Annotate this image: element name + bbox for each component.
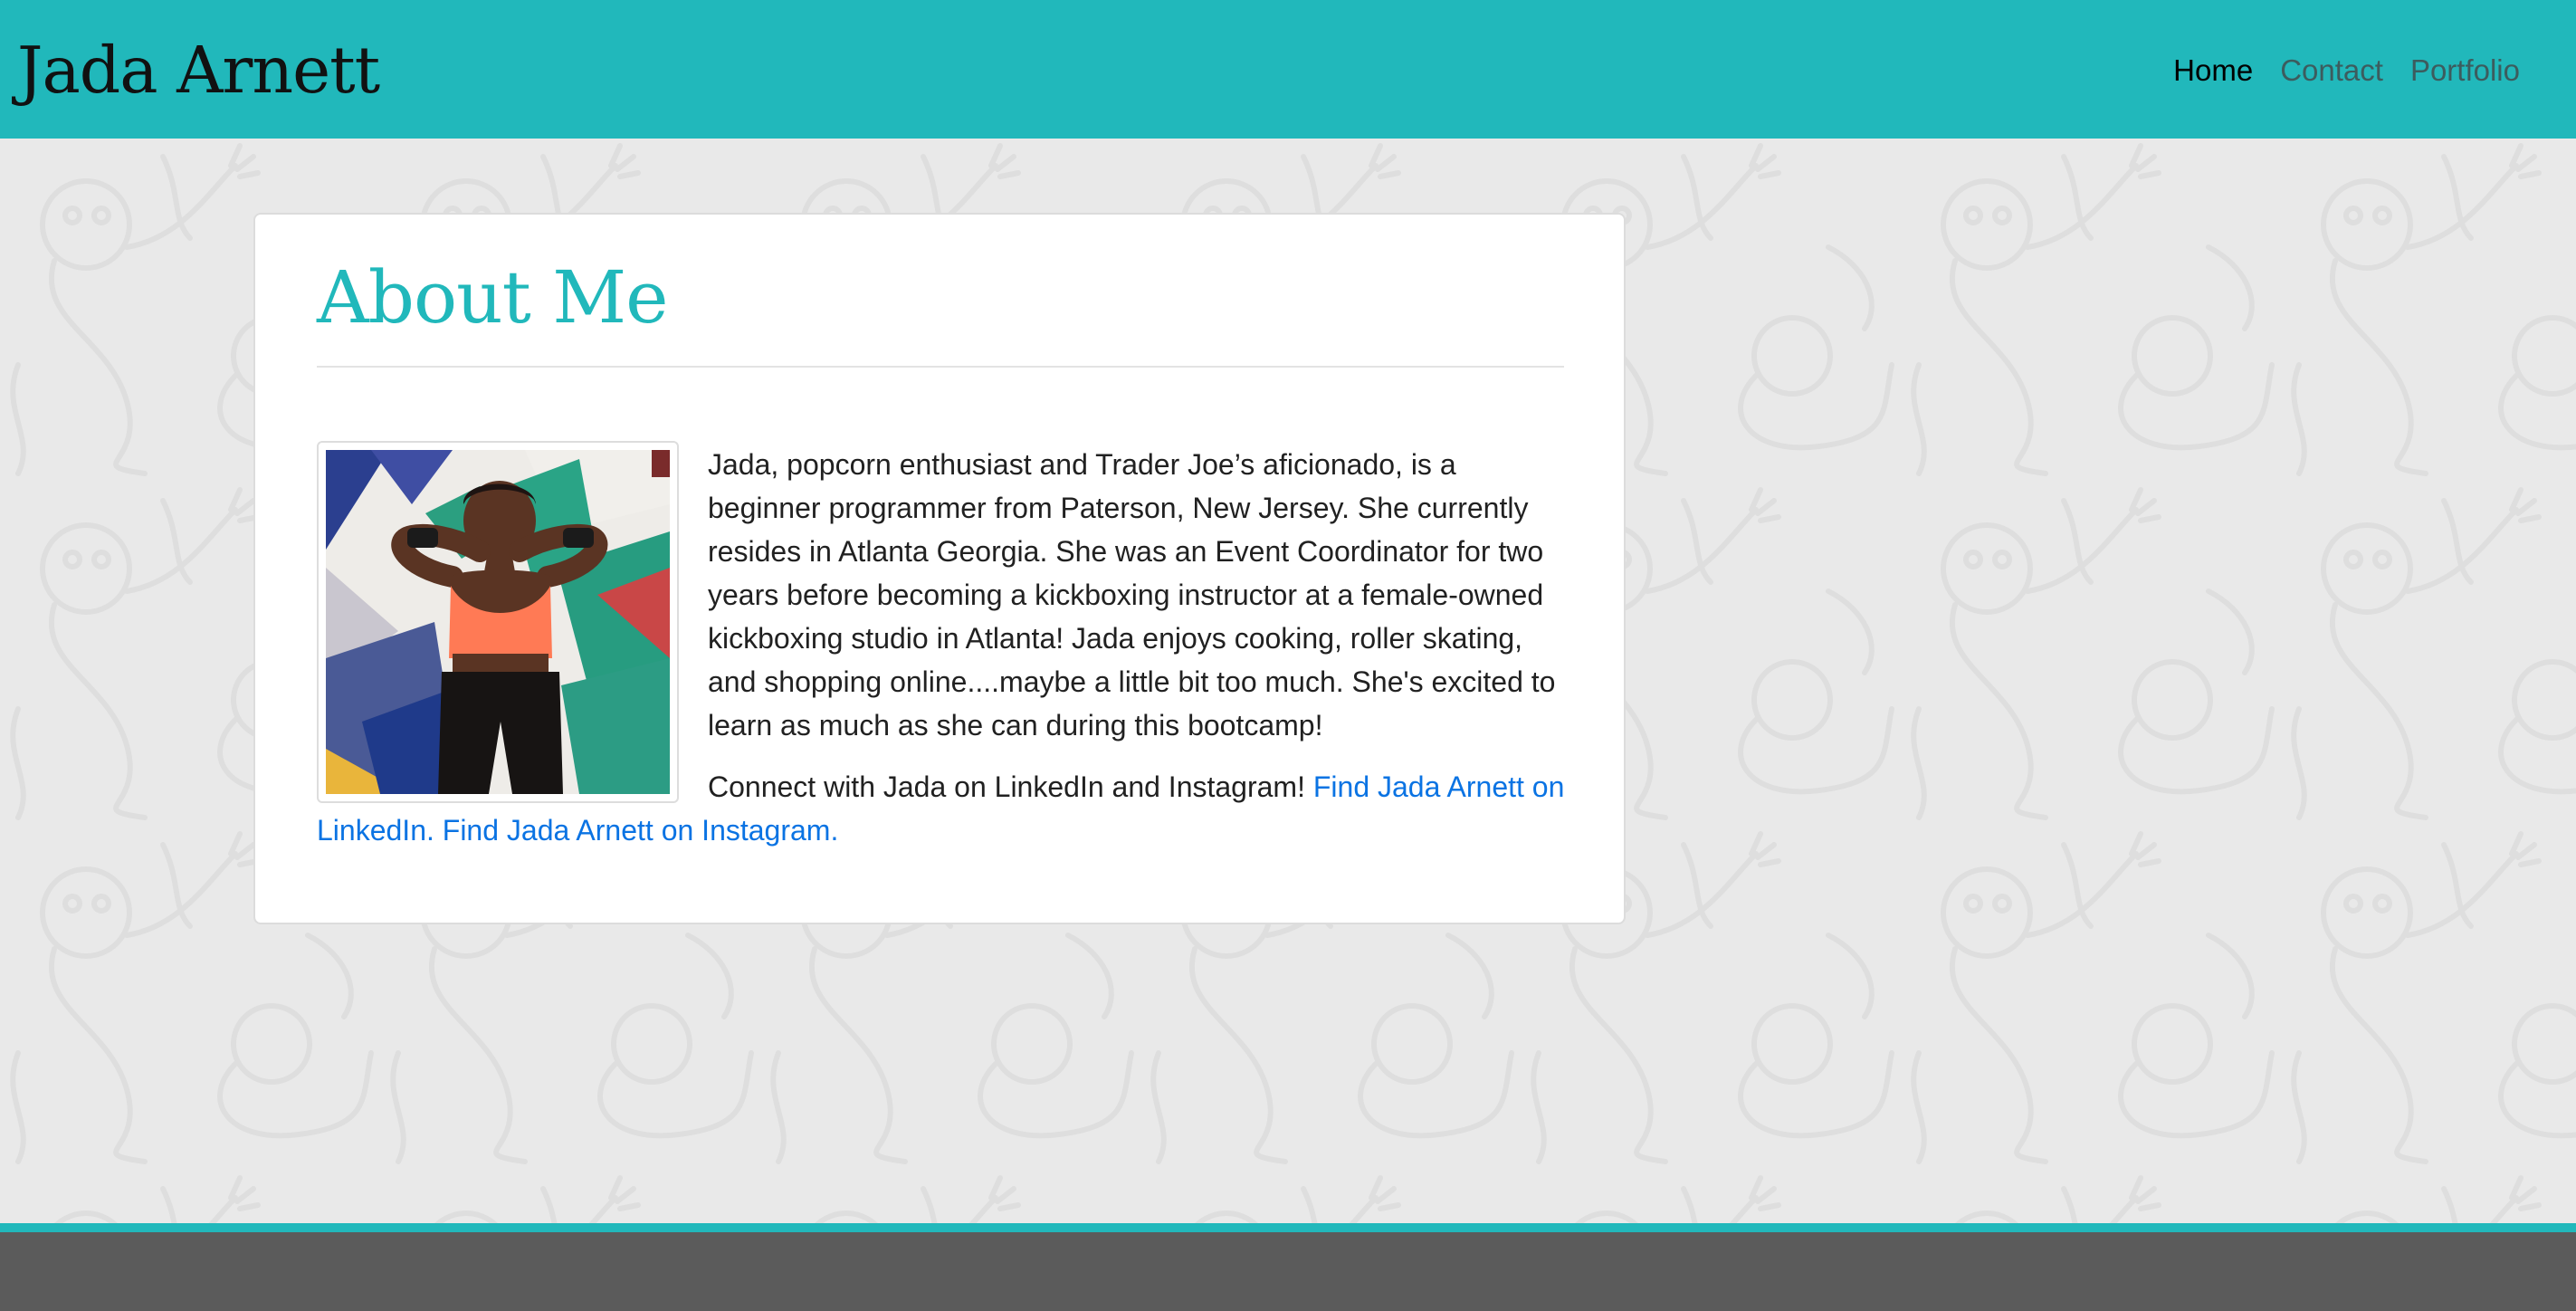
brand-link[interactable]: Jada Arnett (17, 27, 380, 114)
page-title: About Me (317, 255, 669, 340)
profile-photo (317, 441, 679, 803)
navbar: Jada Arnett Home Contact Portfolio (0, 0, 2576, 139)
about-card: About Me Jada, popcorn enthusiast and Tr… (253, 213, 1626, 924)
connect-paragraph: Connect with Jada on LinkedIn and Instag… (317, 765, 1575, 852)
connect-text: Connect with Jada on LinkedIn and Instag… (708, 770, 1305, 803)
nav-home-link[interactable]: Home (2160, 51, 2266, 91)
footer-accent-stripe (0, 1223, 2576, 1232)
title-divider (317, 366, 1564, 368)
nav-links: Home Contact Portfolio (2160, 51, 2533, 91)
footer (0, 1232, 2576, 1311)
nav-portfolio-link[interactable]: Portfolio (2397, 51, 2533, 91)
bio-text: Jada, popcorn enthusiast and Trader Joe’… (708, 448, 1556, 742)
instagram-link[interactable]: Find Jada Arnett on Instagram. (443, 814, 839, 847)
nav-contact-link[interactable]: Contact (2266, 51, 2397, 91)
